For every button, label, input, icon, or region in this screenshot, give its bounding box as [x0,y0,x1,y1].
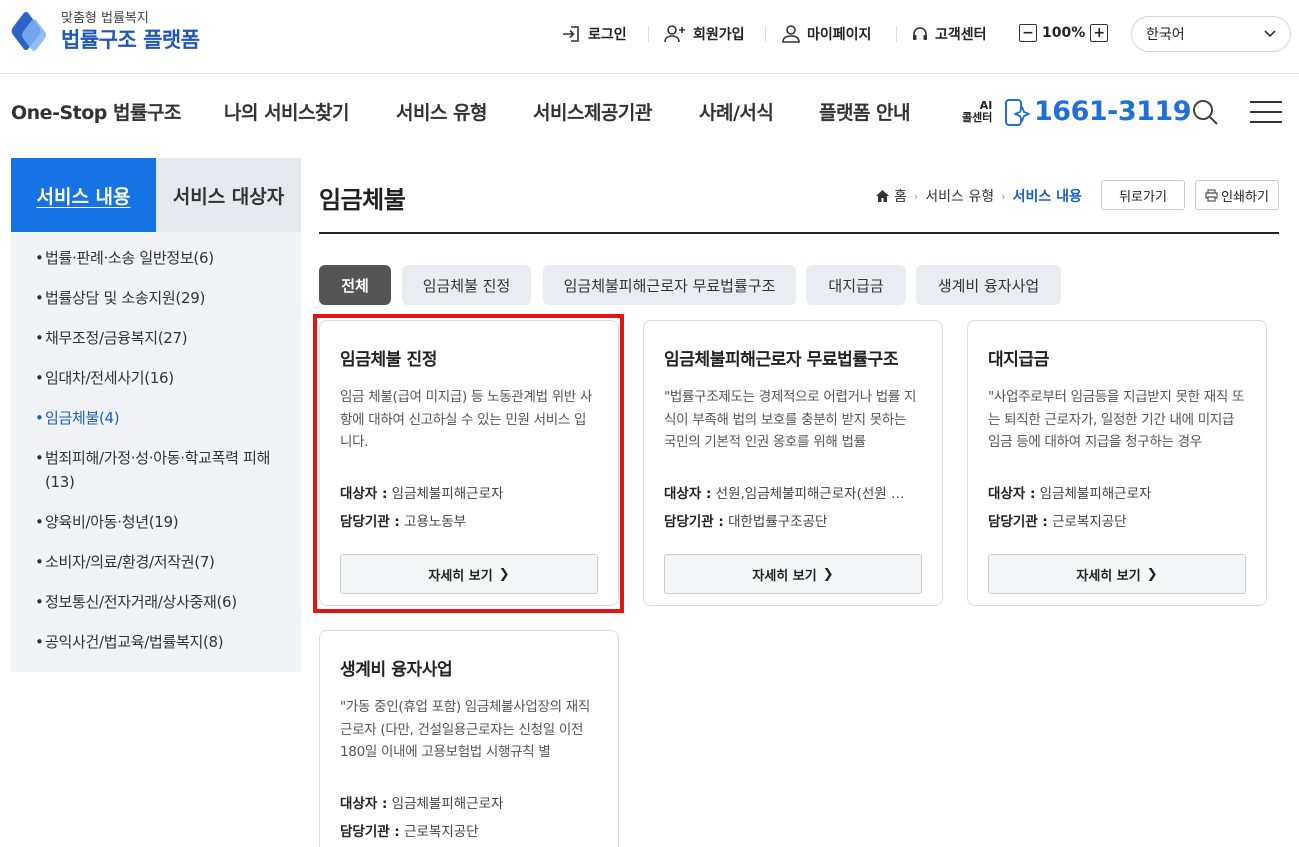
zoom-in-button[interactable]: + [1090,24,1109,42]
chevron-right-icon: › [1001,189,1006,203]
menu-icon[interactable] [1250,101,1282,123]
view-detail-button[interactable]: 자세히 보기 ❯ [664,554,922,594]
service-card: 대지급금 "사업주로부터 임금등을 지급받지 못한 재직 또는 퇴직한 근로자가… [967,320,1267,606]
logo-subtitle: 맞춤형 법률복지 [61,11,149,26]
category-item[interactable]: 정보통신/전자거래/상사중재(6) [35,590,285,614]
breadcrumb-current: 서비스 내용 [1012,189,1082,205]
category-item[interactable]: 소비자/의료/환경/저작권(7) [35,550,285,574]
category-list: 법률·판례·소송 일반정보(6) 법률상담 및 소송지원(29) 채무조정/금융… [11,232,301,654]
login-icon [562,25,581,43]
service-card: 임금체불피해근로자 무료법률구조 "법률구조제도는 경제적으로 어렵거나 법률 … [643,320,943,606]
ai-callcenter-label: AI 콜센터 [962,99,993,124]
filter-all[interactable]: 전체 [319,265,391,305]
chevron-right-icon: ❯ [822,566,834,582]
logo-title: 법률구조 플랫폼 [61,28,200,52]
view-detail-button[interactable]: 자세히 보기 ❯ [340,554,598,594]
print-button[interactable]: 인쇄하기 [1195,180,1279,210]
chevron-down-icon [1264,26,1276,42]
category-item-active[interactable]: 임금체불(4) [35,406,285,430]
breadcrumb-service-type[interactable]: 서비스 유형 [925,186,994,206]
callcenter-phone[interactable]: 1661-3119 [1034,96,1192,127]
home-icon [876,190,889,202]
card-title: 임금체불피해근로자 무료법률구조 [664,350,899,370]
filter-free-legal-aid[interactable]: 임금체불피해근로자 무료법률구조 [543,265,796,305]
top-bar: 맞춤형 법률복지 법률구조 플랫폼 로그인 회원가입 마이페이지 고객센터 − … [0,0,1299,74]
chevron-right-icon: › [913,189,919,203]
tab-service-content[interactable]: 서비스 내용 [11,158,156,232]
language-value: 한국어 [1146,27,1185,43]
back-button[interactable]: 뒤로가기 [1101,180,1185,210]
signup-label: 회원가입 [693,27,745,43]
user-icon [782,25,800,43]
mypage-label: 마이페이지 [807,27,872,43]
card-agency: 담당기관 : 근로복지공단 [340,824,479,840]
login-link[interactable]: 로그인 [562,22,627,46]
category-item[interactable]: 양육비/아동·청년(19) [35,510,285,534]
zoom-out-button[interactable]: − [1019,24,1037,42]
card-title: 임금체불 진정 [340,350,437,370]
customer-center-label: 고객센터 [935,27,987,43]
print-label: 인쇄하기 [1221,189,1269,205]
add-user-icon [664,25,686,43]
card-agency: 담당기관 : 대한법률구조공단 [664,514,828,530]
nav-item-cases-forms[interactable]: 사례/서식 [699,98,774,125]
filter-living-loan[interactable]: 생계비 융자사업 [916,265,1061,305]
category-item[interactable]: 임대차/전세사기(16) [35,366,285,390]
category-item[interactable]: 법률상담 및 소송지원(29) [35,286,285,310]
nav-item-provider[interactable]: 서비스제공기관 [533,98,652,125]
zoom-level: 100% [1042,25,1086,41]
card-title: 생계비 융자사업 [340,660,453,680]
service-card: 임금체불 진정 임금 체불(급여 미지급) 등 노동관계법 위반 사항에 대하여… [319,320,619,606]
sidebar: 서비스 내용 서비스 대상자 법률·판례·소송 일반정보(6) 법률상담 및 소… [11,158,301,672]
card-target: 대상자 : 임금체불피해근로자 [340,486,504,502]
printer-icon [1205,188,1218,202]
category-item[interactable]: 범죄피해/가정·성·아동·학교폭력 피해(13) [35,446,285,494]
card-agency: 담당기관 : 고용노동부 [340,514,467,530]
breadcrumb: 홈 › 서비스 유형 › 서비스 내용 [876,186,1082,206]
ai-phone-icon [1004,99,1030,131]
language-select[interactable]: 한국어 [1131,16,1291,52]
nav-item-service-type[interactable]: 서비스 유형 [396,98,488,125]
login-label: 로그인 [588,27,627,43]
page-title: 임금체불 [319,186,406,214]
card-agency: 담당기관 : 근로복지공단 [988,514,1127,530]
card-description: "법률구조제도는 경제적으로 어렵거나 법률 지식이 부족해 법의 보호를 충분… [664,389,917,450]
filter-wage-complaint[interactable]: 임금체불 진정 [402,265,531,305]
headset-icon [912,26,928,43]
breadcrumb-home[interactable]: 홈 [894,186,907,206]
view-detail-button[interactable]: 자세히 보기 ❯ [988,554,1246,594]
nav-item-one-stop[interactable]: One-Stop 법률구조 [11,98,181,125]
search-icon[interactable] [1192,99,1219,130]
card-target: 대상자 : 선원,임금체불피해근로자(선원 … [664,486,905,502]
filter-substitute-payment[interactable]: 대지급금 [806,265,906,305]
signup-link[interactable]: 회원가입 [664,22,745,46]
customer-center-link[interactable]: 고객센터 [912,22,987,46]
chevron-right-icon: ❯ [1146,566,1158,582]
tab-service-target[interactable]: 서비스 대상자 [156,158,301,232]
card-target: 대상자 : 임금체불피해근로자 [988,486,1152,502]
card-description: "사업주로부터 임금등을 지급받지 못한 재직 또는 퇴직한 근로자가, 일정한… [988,389,1245,450]
card-title: 대지급금 [988,350,1049,370]
nav-item-platform-guide[interactable]: 플랫폼 안내 [819,98,911,125]
nav-item-find-service[interactable]: 나의 서비스찾기 [224,98,349,125]
zoom-control: − 100% + [1019,24,1109,42]
card-description: "가동 중인(휴업 포함) 임금체불사업장의 재직근로자 (다만, 건설일용근로… [340,699,590,760]
mypage-link[interactable]: 마이페이지 [782,22,871,46]
chevron-right-icon: ❯ [498,566,510,582]
category-item[interactable]: 채무조정/금융복지(27) [35,326,285,350]
service-card: 생계비 융자사업 "가동 중인(휴업 포함) 임금체불사업장의 재직근로자 (다… [319,630,619,847]
category-item[interactable]: 법률·판례·소송 일반정보(6) [35,246,285,270]
logo-icon [10,10,51,54]
card-description: 임금 체불(급여 미지급) 등 노동관계법 위반 사항에 대하여 신고하실 수 … [340,389,593,450]
site-logo[interactable]: 맞춤형 법률복지 법률구조 플랫폼 [10,10,200,54]
category-item[interactable]: 공익사건/법교육/법률복지(8) [35,630,285,654]
card-target: 대상자 : 임금체불피해근로자 [340,796,504,812]
title-divider [319,232,1279,234]
